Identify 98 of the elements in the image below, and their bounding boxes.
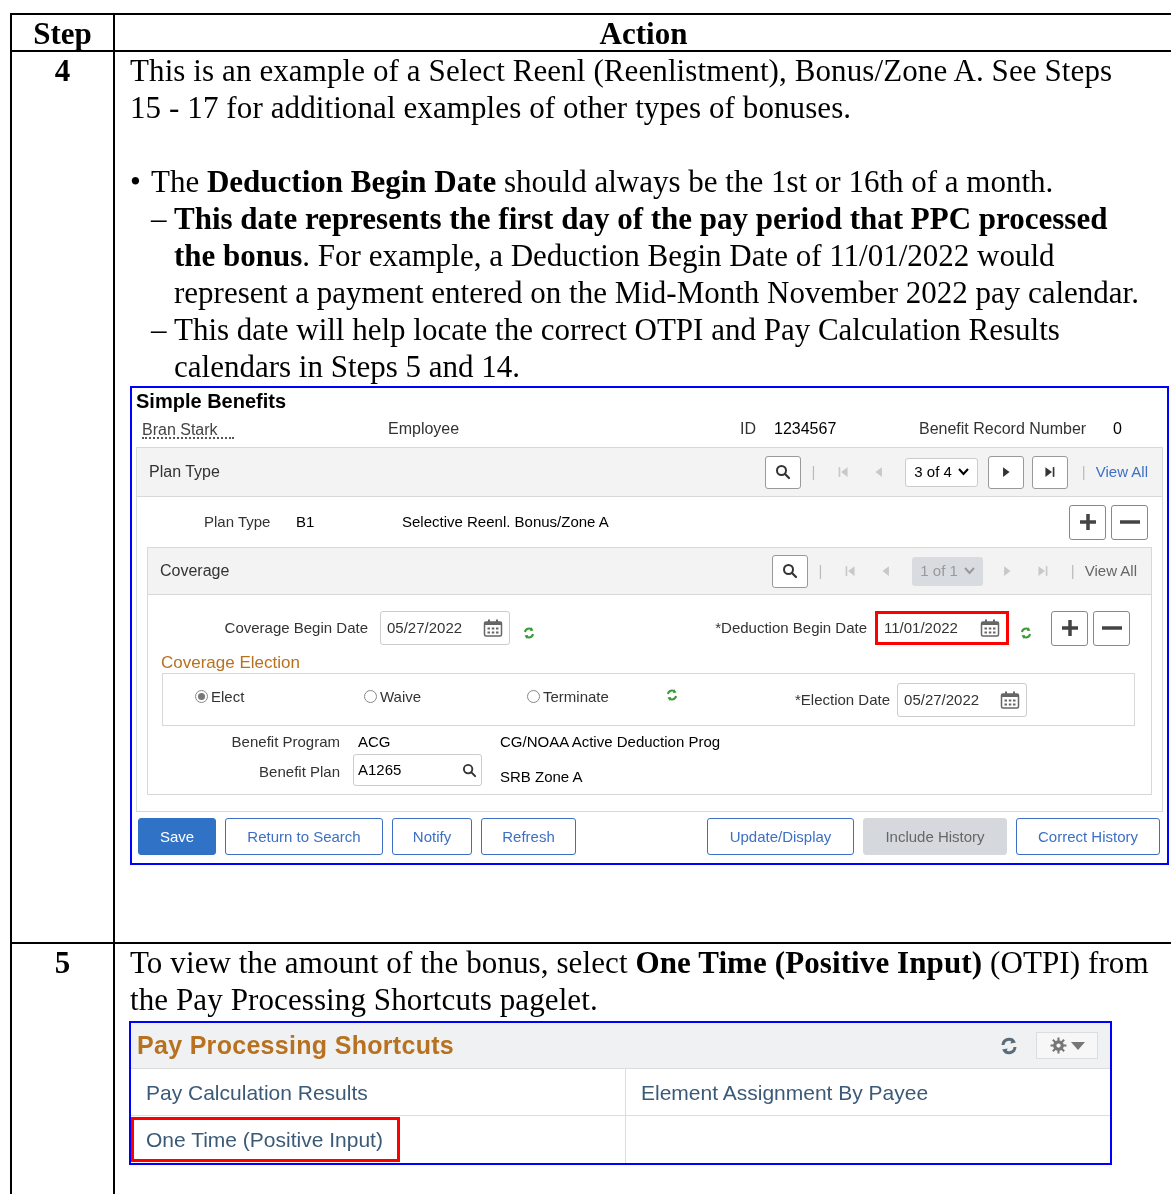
save-button[interactable]: Save: [138, 818, 216, 855]
step-instruction: To view the amount of the bonus, select One Time (Positive Input) (OTPI) from the Pay Processing Shortcuts pagelet.: [130, 944, 1150, 1018]
benefit-program-label: Benefit Program: [230, 732, 340, 752]
date-field[interactable]: 05/27/2022: [380, 611, 510, 645]
refresh-icon[interactable]: [999, 1035, 1019, 1056]
benefit-program-code: ACG: [358, 732, 392, 752]
step-number: 5: [54, 944, 71, 981]
action-button[interactable]: Update/Display: [707, 818, 854, 855]
bullet-mark: •: [130, 163, 142, 200]
record-number-value: 0: [1113, 419, 1122, 439]
bullet-text: The Deduction Begin Date should always be the 1st or 16th of a month.: [151, 163, 1055, 200]
minus-icon: [1119, 520, 1140, 524]
page-title: Simple Benefits: [135, 389, 288, 413]
sub-bullet-text: This date represents the first day of the pay period that PPC processed the bonus. For example, a Deduction Begin Date of 11/01/2022 would represent a payment entered on the Mid-Month November 2022 pay calendar.: [174, 200, 1140, 311]
search-icon: [775, 464, 792, 480]
action-button[interactable]: Return to Search: [225, 818, 383, 855]
deduction-begin-label: *Deduction Begin Date: [714, 618, 868, 638]
separator: |: [811, 462, 816, 482]
benefit-program-description: CG/NOAA Active Deduction Prog: [500, 732, 721, 752]
plan-type-description: Selective Reenl. Bonus/Zone A: [402, 512, 610, 532]
last-page-button[interactable]: [1031, 455, 1068, 489]
plus-icon: [1078, 513, 1097, 531]
refresh-icon[interactable]: [665, 687, 679, 702]
benefit-plan-label: Benefit Plan: [258, 762, 340, 782]
sub-bullet-text: This date will help locate the correct OTPI and Pay Calculation Results calendars in Steps 5 and 14.: [174, 311, 1061, 385]
add-row-button[interactable]: [1069, 504, 1106, 540]
section-title: Coverage: [160, 561, 231, 581]
shortcut-link[interactable]: One Time (Positive Input): [131, 1117, 400, 1162]
search-button[interactable]: [772, 554, 809, 588]
action-button[interactable]: Include History: [863, 818, 1007, 855]
calendar-icon[interactable]: [980, 619, 1000, 637]
column-header: Step: [33, 15, 92, 50]
delete-row-button[interactable]: [1111, 504, 1148, 540]
benefit-plan-description: SRB Zone A: [500, 767, 583, 787]
radio-label: Waive: [380, 686, 422, 707]
step-number: 4: [54, 52, 71, 89]
employee-name-link[interactable]: Bran Stark: [142, 422, 234, 439]
shortcut-link[interactable]: Pay Calculation Results: [131, 1069, 368, 1115]
radio-label: Elect: [211, 686, 245, 707]
separator: |: [818, 561, 823, 581]
chevron-icon: [963, 567, 975, 575]
minus-icon: [1101, 626, 1122, 630]
action-button[interactable]: Notify: [392, 818, 472, 855]
separator: |: [1081, 462, 1086, 482]
search-icon: [782, 563, 799, 579]
election-date-label: *Election Date: [795, 689, 891, 710]
date-value: 05/27/2022: [387, 618, 463, 638]
skip-start-icon: [843, 564, 857, 578]
record-number-label: Benefit Record Number: [919, 419, 1088, 439]
radio-option[interactable]: Waive: [364, 686, 527, 707]
settings-menu-button[interactable]: [1036, 1032, 1098, 1059]
action-button[interactable]: Correct History: [1016, 818, 1160, 855]
next-page-button[interactable]: [987, 455, 1024, 489]
column-header: Action: [599, 15, 688, 50]
date-field[interactable]: 11/01/2022: [875, 611, 1009, 645]
separator: |: [1070, 561, 1075, 581]
caret-icon: [1070, 1041, 1085, 1050]
radio-option[interactable]: Terminate: [527, 686, 665, 707]
search-icon: [462, 762, 477, 778]
coverage-begin-label: Coverage Begin Date: [223, 618, 369, 638]
step-instruction: This is an example of a Select Reenl (Reenlistment), Bonus/Zone A. See Steps 15 - 17 for additional examples of other types of bonuses.: [130, 52, 1114, 126]
date-value: 05/27/2022: [904, 689, 980, 710]
plan-type-code: B1: [296, 512, 316, 532]
id-label: ID: [740, 419, 757, 439]
election-title: Coverage Election: [160, 653, 301, 673]
section-title: Plan Type: [149, 462, 221, 482]
shortcut-link[interactable]: Element Assignment By Payee: [626, 1069, 929, 1115]
dash-mark: –: [151, 311, 168, 349]
plan-type-label: Plan Type: [204, 512, 272, 532]
dash-mark: –: [151, 200, 168, 238]
date-value: 11/01/2022: [884, 618, 958, 638]
pagelet-title: Pay Processing Shortcuts: [137, 1030, 456, 1061]
employee-role: Employee: [388, 419, 461, 439]
delete-row-button[interactable]: [1093, 610, 1130, 646]
radio-label: Terminate: [543, 686, 609, 707]
settings-icon: [1049, 1037, 1067, 1054]
skip-end-icon: [1036, 564, 1050, 578]
calendar-icon[interactable]: [483, 619, 503, 637]
skip-start-icon: [836, 465, 850, 479]
calendar-icon[interactable]: [1000, 690, 1021, 709]
plus-icon: [1060, 619, 1079, 637]
refresh-icon[interactable]: [522, 626, 536, 640]
add-row-button[interactable]: [1051, 610, 1088, 646]
page-dropdown[interactable]: 3 of 4: [905, 457, 978, 487]
radio-button[interactable]: [364, 690, 377, 703]
refresh-icon[interactable]: [1019, 626, 1033, 640]
radio-button[interactable]: [527, 690, 540, 703]
date-field[interactable]: 05/27/2022: [897, 682, 1028, 717]
action-button[interactable]: Refresh: [481, 818, 576, 855]
benefit-plan-value: A1265: [358, 760, 402, 780]
radio-button[interactable]: [195, 690, 208, 703]
radio-option[interactable]: Elect: [195, 686, 364, 707]
view-all-link[interactable]: View All: [1095, 462, 1148, 482]
chevron-icon: [957, 468, 969, 476]
skip-end-icon: [1043, 465, 1057, 479]
id-value: 1234567: [774, 419, 838, 439]
search-button[interactable]: [765, 455, 802, 489]
benefit-plan-field[interactable]: A1265: [353, 754, 482, 786]
